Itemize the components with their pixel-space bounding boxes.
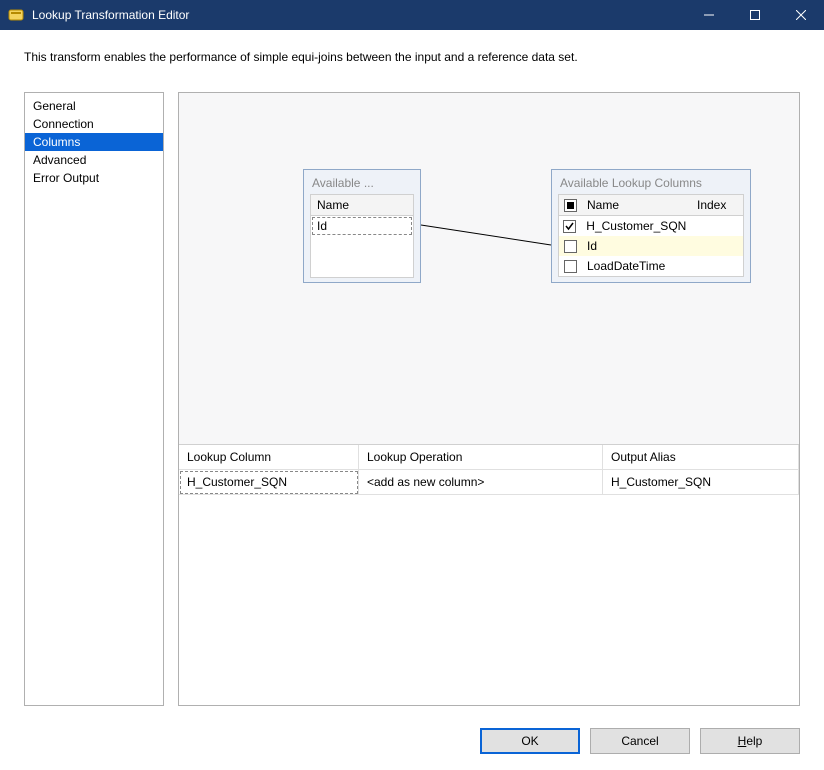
nav-item-general[interactable]: General bbox=[25, 97, 163, 115]
title-bar: Lookup Transformation Editor bbox=[0, 0, 824, 30]
lookup-column-name: LoadDateTime bbox=[581, 256, 691, 276]
maximize-button[interactable] bbox=[732, 0, 778, 30]
select-all-checkbox[interactable] bbox=[559, 195, 581, 215]
input-column-name: Id bbox=[311, 216, 413, 236]
nav-item-error-output[interactable]: Error Output bbox=[25, 169, 163, 187]
cancel-button[interactable]: Cancel bbox=[590, 728, 690, 754]
nav-item-advanced[interactable]: Advanced bbox=[25, 151, 163, 169]
lookup-column-index bbox=[691, 256, 743, 276]
description-text: This transform enables the performance o… bbox=[24, 50, 800, 64]
column-mapping-diagram: Available ... Name Id Available Lookup C… bbox=[179, 93, 799, 444]
mapping-grid: Lookup Column Lookup Operation Output Al… bbox=[179, 444, 799, 705]
mapping-header-output-alias: Output Alias bbox=[603, 445, 799, 470]
lookup-column-checkbox[interactable] bbox=[559, 256, 581, 276]
mapping-operation-cell[interactable]: <add as new column> bbox=[359, 470, 603, 495]
mapping-header-lookup-column: Lookup Column bbox=[179, 445, 359, 470]
lookup-column-name: Id bbox=[581, 236, 691, 256]
column-header-name: Name bbox=[581, 195, 691, 215]
input-column-row[interactable]: Id bbox=[311, 216, 413, 236]
lookup-column-checkbox[interactable] bbox=[559, 216, 580, 236]
window-title: Lookup Transformation Editor bbox=[32, 8, 686, 22]
nav-item-connection[interactable]: Connection bbox=[25, 115, 163, 133]
main-panel: Available ... Name Id Available Lookup C… bbox=[178, 92, 800, 706]
app-icon bbox=[8, 7, 24, 23]
dialog-buttons: OK Cancel Help bbox=[0, 718, 824, 770]
column-header-index: Index bbox=[691, 195, 743, 215]
lookup-column-row[interactable]: Id bbox=[559, 236, 743, 256]
box-title: Available Lookup Columns bbox=[552, 170, 750, 194]
mapping-lookup-column-cell[interactable]: H_Customer_SQN bbox=[179, 470, 359, 495]
lookup-column-row[interactable]: LoadDateTime bbox=[559, 256, 743, 276]
mapping-row[interactable]: H_Customer_SQN<add as new column>H_Custo… bbox=[179, 470, 799, 495]
mapping-output-alias-cell[interactable]: H_Customer_SQN bbox=[603, 470, 799, 495]
mapping-header-lookup-operation: Lookup Operation bbox=[359, 445, 603, 470]
minimize-button[interactable] bbox=[686, 0, 732, 30]
lookup-column-row[interactable]: H_Customer_SQN bbox=[559, 216, 743, 236]
nav-item-columns[interactable]: Columns bbox=[25, 133, 163, 151]
available-lookup-columns-box[interactable]: Available Lookup Columns Name Index H_Cu… bbox=[551, 169, 751, 283]
page-nav: GeneralConnectionColumnsAdvancedError Ou… bbox=[24, 92, 164, 706]
box-title: Available ... bbox=[304, 170, 420, 194]
lookup-column-checkbox[interactable] bbox=[559, 236, 581, 256]
column-header-name: Name bbox=[311, 195, 413, 215]
lookup-column-name: H_Customer_SQN bbox=[580, 216, 692, 236]
available-input-columns-box[interactable]: Available ... Name Id bbox=[303, 169, 421, 283]
close-button[interactable] bbox=[778, 0, 824, 30]
ok-button[interactable]: OK bbox=[480, 728, 580, 754]
lookup-column-index bbox=[691, 236, 743, 256]
help-button[interactable]: Help bbox=[700, 728, 800, 754]
lookup-column-index bbox=[692, 216, 743, 236]
